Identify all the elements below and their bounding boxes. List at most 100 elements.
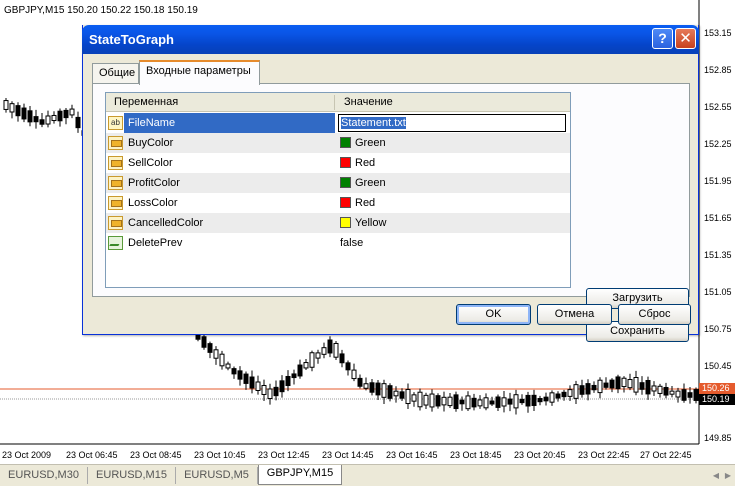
table-row[interactable]: LossColor Red — [106, 193, 570, 213]
help-icon[interactable]: ? — [652, 28, 673, 49]
candle-body — [525, 394, 531, 407]
table-row[interactable]: ab FileName Statement.txt — [106, 113, 570, 133]
time-label: 23 Oct 12:45 — [258, 450, 310, 460]
candle-body — [243, 373, 249, 384]
time-label: 27 Oct 22:45 — [640, 450, 692, 460]
candle-body — [255, 381, 261, 392]
candle-body — [237, 370, 243, 380]
candle-body — [669, 390, 675, 395]
candle-body — [369, 382, 375, 393]
candle-body — [39, 119, 45, 125]
candle-body — [537, 398, 543, 403]
param-value-edit[interactable]: Statement.txt — [338, 114, 566, 132]
candle-body — [267, 388, 273, 400]
tab-panel: Переменная Значение ab FileName Statemen… — [92, 83, 690, 342]
tab-input-parameters[interactable]: Входные параметры — [139, 60, 260, 85]
dialog-title: StateToGraph — [89, 32, 174, 47]
candle-body — [693, 389, 699, 401]
candle-body — [261, 385, 267, 395]
table-row[interactable]: DeletePrev false — [106, 233, 570, 253]
candle-body — [591, 384, 597, 391]
ok-button[interactable]: OK — [456, 304, 531, 325]
parameters-table: Переменная Значение ab FileName Statemen… — [105, 92, 571, 288]
candle-body — [279, 380, 285, 393]
price-label: 152.85 — [704, 65, 732, 75]
candle-body — [645, 379, 651, 395]
color-swatch — [340, 217, 351, 228]
param-value[interactable]: Red — [336, 193, 570, 213]
header-divider[interactable] — [334, 95, 335, 110]
candle-body — [363, 383, 369, 389]
scroll-left-icon[interactable]: ◀ — [711, 469, 721, 482]
price-label: 151.65 — [704, 213, 732, 223]
candle-body — [435, 395, 441, 407]
table-row[interactable]: SellColor Red — [106, 153, 570, 173]
candle-body — [519, 398, 525, 404]
candle-body — [339, 353, 345, 364]
candle-body — [207, 343, 213, 353]
candle-body — [411, 394, 417, 402]
candle-body — [21, 107, 27, 120]
candle-body — [561, 391, 567, 398]
table-row[interactable]: CancelledColor Yellow — [106, 213, 570, 233]
time-label: 23 Oct 08:45 — [130, 450, 182, 460]
candle-body — [615, 376, 621, 390]
param-value[interactable]: Green — [336, 133, 570, 153]
candle-body — [573, 384, 579, 399]
symbol-header: GBPJPY,M15 150.20 150.22 150.18 150.19 — [4, 5, 198, 16]
candle-body — [657, 385, 663, 394]
candle-body — [231, 368, 237, 375]
time-label: 23 Oct 18:45 — [450, 450, 502, 460]
table-header: Переменная Значение — [106, 93, 570, 112]
param-value[interactable]: Green — [336, 173, 570, 193]
table-row[interactable]: ProfitColor Green — [106, 173, 570, 193]
param-value[interactable]: false — [336, 233, 570, 253]
color-value: Red — [355, 197, 376, 209]
color-param-icon — [108, 156, 123, 170]
current-price-tag: 150.26 — [699, 383, 735, 394]
color-param-icon — [108, 216, 123, 230]
candle-body — [441, 396, 447, 406]
price-label: 151.35 — [704, 250, 732, 260]
cancel-button[interactable]: Отмена — [537, 304, 612, 325]
candle-body — [471, 397, 477, 408]
color-value: Green — [355, 177, 386, 189]
header-value[interactable]: Значение — [344, 96, 393, 108]
color-swatch — [340, 177, 351, 188]
price-label: 151.05 — [704, 287, 732, 297]
candle-body — [225, 363, 231, 369]
candle-body — [459, 399, 465, 405]
price-label: 149.85 — [704, 433, 732, 443]
string-param-icon: ab — [108, 116, 123, 130]
time-label: 23 Oct 16:45 — [386, 450, 438, 460]
candle-body — [423, 394, 429, 406]
candle-body — [219, 353, 225, 367]
candle-body — [603, 382, 609, 388]
candle-body — [507, 398, 513, 405]
param-name: DeletePrev — [128, 237, 183, 249]
color-value: Yellow — [355, 217, 387, 229]
time-label: 23 Oct 10:45 — [194, 450, 246, 460]
candle-body — [75, 116, 81, 129]
chart-tab[interactable]: EURUSD,M5 — [176, 467, 258, 484]
candle-body — [483, 397, 489, 409]
param-value[interactable]: Yellow — [336, 213, 570, 233]
chart-tab[interactable]: EURUSD,M30 — [0, 467, 88, 484]
color-swatch — [340, 197, 351, 208]
header-variable[interactable]: Переменная — [114, 96, 178, 108]
param-name: SellColor — [128, 157, 173, 169]
param-value[interactable]: Red — [336, 153, 570, 173]
tab-general[interactable]: Общие — [92, 63, 139, 84]
dialog-titlebar[interactable]: StateToGraph ? ✕ — [82, 25, 699, 54]
close-icon[interactable]: ✕ — [675, 28, 696, 49]
table-row[interactable]: BuyColor Green — [106, 133, 570, 153]
reset-button[interactable]: Сброс — [618, 304, 691, 325]
candle-body — [309, 352, 315, 368]
candle-body — [375, 382, 381, 396]
scroll-right-icon[interactable]: ▶ — [723, 469, 733, 482]
candle-body — [621, 377, 627, 388]
param-name: LossColor — [128, 197, 178, 209]
chart-tab-active[interactable]: GBPJPY,M15 — [258, 465, 342, 485]
param-name: CancelledColor — [128, 217, 204, 229]
chart-tab[interactable]: EURUSD,M15 — [88, 467, 176, 484]
